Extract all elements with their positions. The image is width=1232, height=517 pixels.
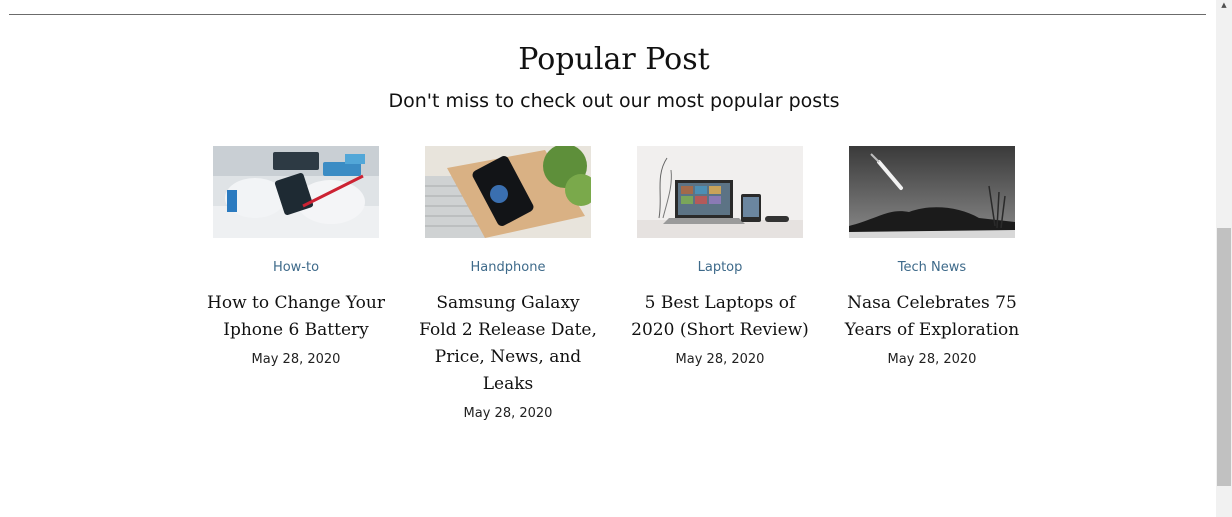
- post-card: Handphone Samsung Galaxy Fold 2 Release …: [418, 146, 598, 422]
- post-card: Laptop 5 Best Laptops of 2020 (Short Rev…: [630, 146, 810, 368]
- post-date: May 28, 2020: [887, 352, 977, 367]
- page: Popular Post Don't miss to check out our…: [0, 0, 1232, 517]
- post-date: May 28, 2020: [463, 406, 553, 421]
- top-divider: [9, 14, 1206, 15]
- post-thumbnail-foldable-phone[interactable]: [425, 146, 591, 238]
- section-subtitle: Don't miss to check out our most popular…: [388, 90, 840, 112]
- category-link[interactable]: Tech News: [842, 260, 1022, 276]
- post-title-link[interactable]: Nasa Celebrates 75 Years of Exploration: [842, 290, 1022, 344]
- post-card: Tech News Nasa Celebrates 75 Years of Ex…: [842, 146, 1022, 368]
- phone-repair-image: [213, 146, 379, 238]
- category-link[interactable]: How-to: [206, 260, 386, 276]
- foldable-phone-image: [425, 146, 591, 238]
- scroll-up-arrow-icon[interactable]: ▲: [1219, 0, 1229, 10]
- rocket-launch-image: [849, 146, 1015, 238]
- post-date: May 28, 2020: [251, 352, 341, 367]
- vertical-scrollbar[interactable]: ▲: [1216, 0, 1232, 517]
- post-card: How-to How to Change Your Iphone 6 Batte…: [206, 146, 386, 368]
- post-date: May 28, 2020: [675, 352, 765, 367]
- post-title-link[interactable]: Samsung Galaxy Fold 2 Release Date, Pric…: [418, 290, 598, 398]
- post-title-link[interactable]: 5 Best Laptops of 2020 (Short Review): [630, 290, 810, 344]
- category-link[interactable]: Laptop: [630, 260, 810, 276]
- post-thumbnail-phone-repair[interactable]: [213, 146, 379, 238]
- section-title: Popular Post: [518, 42, 710, 77]
- post-thumbnail-laptop[interactable]: [637, 146, 803, 238]
- category-link[interactable]: Handphone: [418, 260, 598, 276]
- post-title-link[interactable]: How to Change Your Iphone 6 Battery: [206, 290, 386, 344]
- scrollbar-thumb[interactable]: [1217, 228, 1231, 486]
- post-thumbnail-rocket[interactable]: [849, 146, 1015, 238]
- laptop-desk-image: [637, 146, 803, 238]
